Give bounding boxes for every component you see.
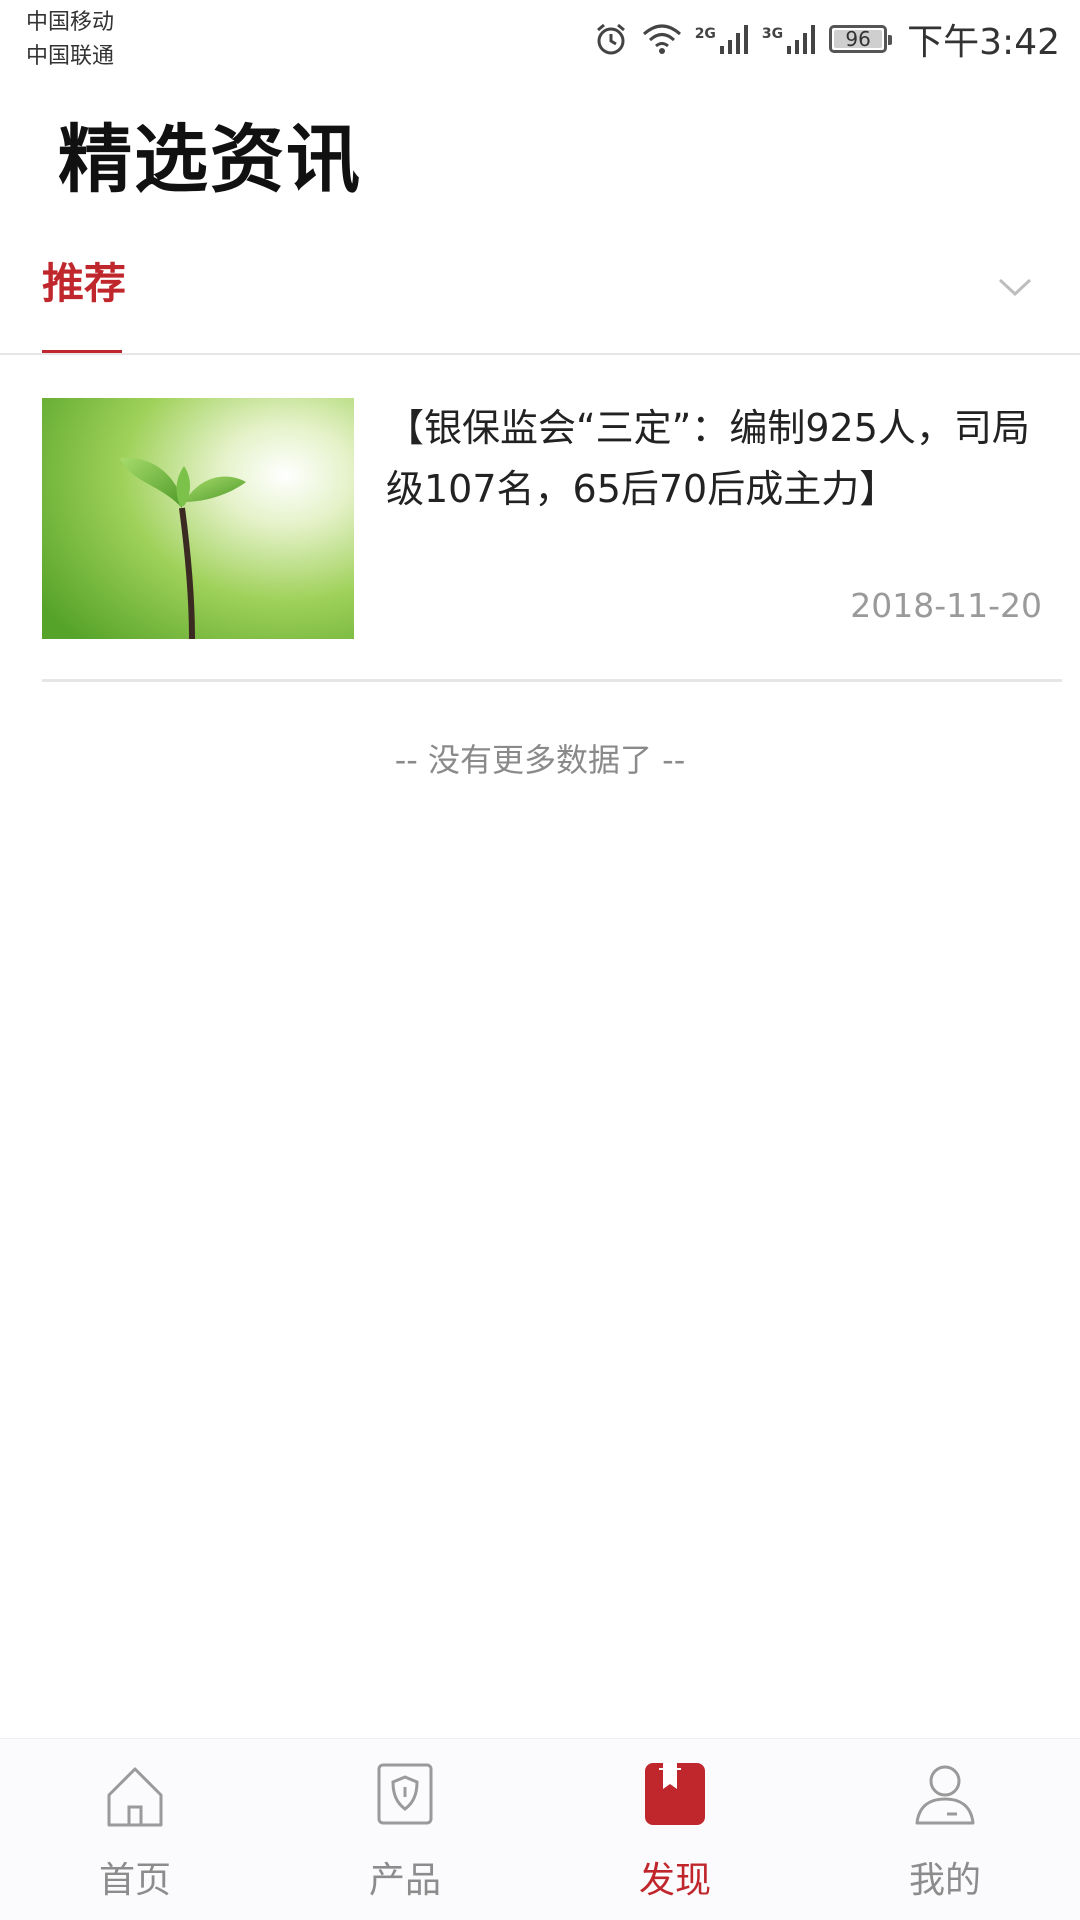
signal-3g: 3G (762, 22, 817, 56)
list-end-message: -- 没有更多数据了 -- (394, 741, 686, 779)
carrier-1: 中国移动 (26, 10, 115, 35)
battery-level: 96 (845, 27, 871, 51)
user-icon (915, 1765, 975, 1825)
signal-2g: 2G (695, 22, 750, 56)
page-title: 精选资讯 (58, 117, 362, 203)
net-label-3g: 3G (761, 26, 784, 42)
status-time: 下午3:42 (907, 22, 1060, 63)
chevron-down-icon[interactable] (990, 268, 1040, 308)
battery-icon: 96 (829, 25, 893, 53)
article-item[interactable]: 【银保监会“三定”：编制925人，司局级107名，65后70后成主力】 2018… (42, 398, 1062, 682)
carrier-2: 中国联通 (26, 44, 115, 69)
signal-icon (787, 25, 816, 54)
signal-icon (719, 25, 748, 54)
nav-discover[interactable]: 发现 (540, 1739, 810, 1920)
status-icons: 2G 3G 96 下午3:42 (593, 14, 1060, 64)
article-date: 2018-11-20 (850, 586, 1042, 625)
nav-home[interactable]: 首页 (0, 1739, 270, 1920)
wifi-icon (641, 22, 683, 56)
shield-icon (377, 1763, 433, 1825)
bookmark-icon (645, 1763, 705, 1825)
screen: 中国移动 中国联通 2G 3G 96 下午3:42 精选资讯 推荐 【银保监会“… (0, 0, 1080, 1920)
tab-recommend[interactable]: 推荐 (42, 250, 126, 311)
nav-discover-label: 发现 (638, 1860, 711, 1901)
nav-products[interactable]: 产品 (270, 1739, 540, 1920)
net-label-2g: 2G (694, 26, 716, 42)
carrier-info: 中国移动 中国联通 (26, 6, 114, 74)
nav-products-label: 产品 (368, 1860, 441, 1901)
bottom-navigation: 首页 产品 发现 我的 (0, 1738, 1080, 1920)
home-icon (107, 1767, 163, 1827)
article-thumbnail (42, 398, 354, 639)
nav-home-label: 首页 (98, 1860, 171, 1901)
article-title: 【银保监会“三定”：编制925人，司局级107名，65后70后成主力】 (386, 406, 1030, 511)
tab-active-indicator (42, 350, 122, 353)
nav-me-label: 我的 (908, 1860, 981, 1901)
status-bar: 中国移动 中国联通 2G 3G 96 下午3:42 (0, 0, 1080, 80)
alarm-icon (593, 21, 629, 57)
category-tab-bar: 推荐 (0, 230, 1080, 355)
nav-me[interactable]: 我的 (810, 1739, 1080, 1920)
